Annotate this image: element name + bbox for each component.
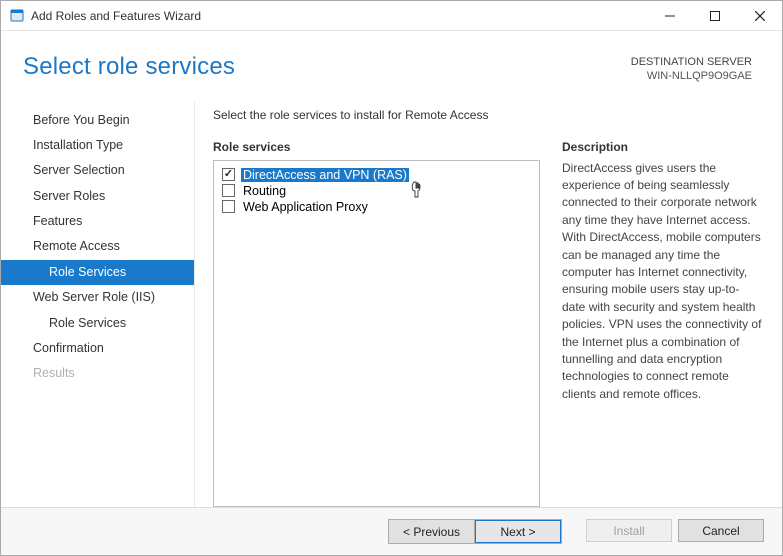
- minimize-button[interactable]: [647, 1, 692, 31]
- sidebar-item: Results: [1, 361, 194, 386]
- header: Select role services DESTINATION SERVER …: [1, 31, 782, 92]
- service-row[interactable]: Web Application Proxy: [222, 199, 531, 215]
- service-row[interactable]: Routing: [222, 183, 531, 199]
- service-checkbox[interactable]: [222, 168, 235, 181]
- service-checkbox[interactable]: [222, 200, 235, 213]
- sidebar-item[interactable]: Role Services: [1, 311, 194, 336]
- sidebar-item[interactable]: Confirmation: [1, 336, 194, 361]
- next-button[interactable]: Next >: [475, 520, 561, 543]
- sidebar-item[interactable]: Server Selection: [1, 158, 194, 183]
- page-title: Select role services: [23, 53, 631, 81]
- sidebar-item[interactable]: Web Server Role (IIS): [1, 285, 194, 310]
- sidebar-item[interactable]: Before You Begin: [1, 108, 194, 133]
- content-area: Before You BeginInstallation TypeServer …: [1, 92, 782, 507]
- sidebar-item[interactable]: Installation Type: [1, 133, 194, 158]
- destination-label: DESTINATION SERVER: [631, 55, 752, 69]
- destination-value: WIN-NLLQP9O9GAE: [631, 69, 752, 83]
- sidebar-item[interactable]: Server Roles: [1, 184, 194, 209]
- cancel-button[interactable]: Cancel: [678, 519, 764, 542]
- main-panel: Select the role services to install for …: [195, 102, 782, 507]
- app-icon: [9, 8, 25, 24]
- role-services-listbox[interactable]: DirectAccess and VPN (RAS) Routing Web App…: [213, 160, 540, 507]
- service-label: Web Application Proxy: [241, 200, 370, 214]
- service-checkbox[interactable]: [222, 184, 235, 197]
- window-title: Add Roles and Features Wizard: [31, 9, 647, 23]
- role-services-heading: Role services: [213, 140, 540, 154]
- close-button[interactable]: [737, 1, 782, 31]
- titlebar: Add Roles and Features Wizard: [1, 1, 782, 31]
- sidebar-item[interactable]: Features: [1, 209, 194, 234]
- description-text: DirectAccess gives users the experience …: [562, 160, 762, 403]
- destination-server-block: DESTINATION SERVER WIN-NLLQP9O9GAE: [631, 53, 752, 84]
- instruction-text: Select the role services to install for …: [213, 108, 762, 122]
- service-row[interactable]: DirectAccess and VPN (RAS): [222, 167, 531, 183]
- previous-button[interactable]: < Previous: [389, 520, 475, 543]
- sidebar-item[interactable]: Remote Access: [1, 234, 194, 259]
- wizard-sidebar: Before You BeginInstallation TypeServer …: [1, 102, 195, 507]
- install-button[interactable]: Install: [586, 519, 672, 542]
- footer: < Previous Next > Install Cancel: [1, 507, 782, 555]
- maximize-button[interactable]: [692, 1, 737, 31]
- service-label: DirectAccess and VPN (RAS): [241, 168, 409, 182]
- sidebar-item[interactable]: Role Services: [1, 260, 194, 285]
- window-controls: [647, 1, 782, 30]
- service-label: Routing: [241, 184, 288, 198]
- description-heading: Description: [562, 140, 762, 154]
